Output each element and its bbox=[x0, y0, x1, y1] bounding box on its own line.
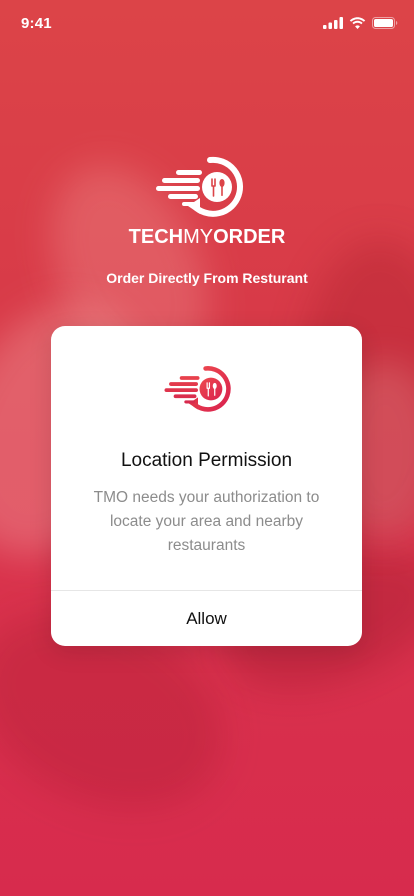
status-bar: 9:41 bbox=[0, 0, 414, 44]
allow-button[interactable]: Allow bbox=[51, 591, 362, 646]
wifi-icon bbox=[349, 17, 366, 29]
app-screen: 9:41 TECHMYORDER Order Directly From Res… bbox=[0, 0, 414, 896]
status-icons bbox=[323, 17, 398, 29]
battery-icon bbox=[372, 17, 398, 29]
dialog-message: TMO needs your authorization to locate y… bbox=[93, 489, 320, 554]
techmyorder-logo-icon bbox=[156, 156, 244, 217]
dialog-title: Location Permission bbox=[120, 450, 293, 471]
brand-name-part: MY bbox=[183, 226, 214, 248]
brand-name-part: ORDER bbox=[213, 226, 286, 248]
location-permission-dialog: Location Permission TMO needs your autho… bbox=[51, 326, 362, 646]
status-time: 9:41 bbox=[21, 15, 52, 32]
brand-name: TECHMYORDER bbox=[0, 226, 414, 249]
tagline: Order Directly From Resturant bbox=[106, 270, 308, 286]
techmyorder-logo-icon bbox=[164, 366, 231, 412]
brand-name-part: TECH bbox=[128, 226, 184, 248]
cellular-signal-icon bbox=[323, 17, 343, 29]
